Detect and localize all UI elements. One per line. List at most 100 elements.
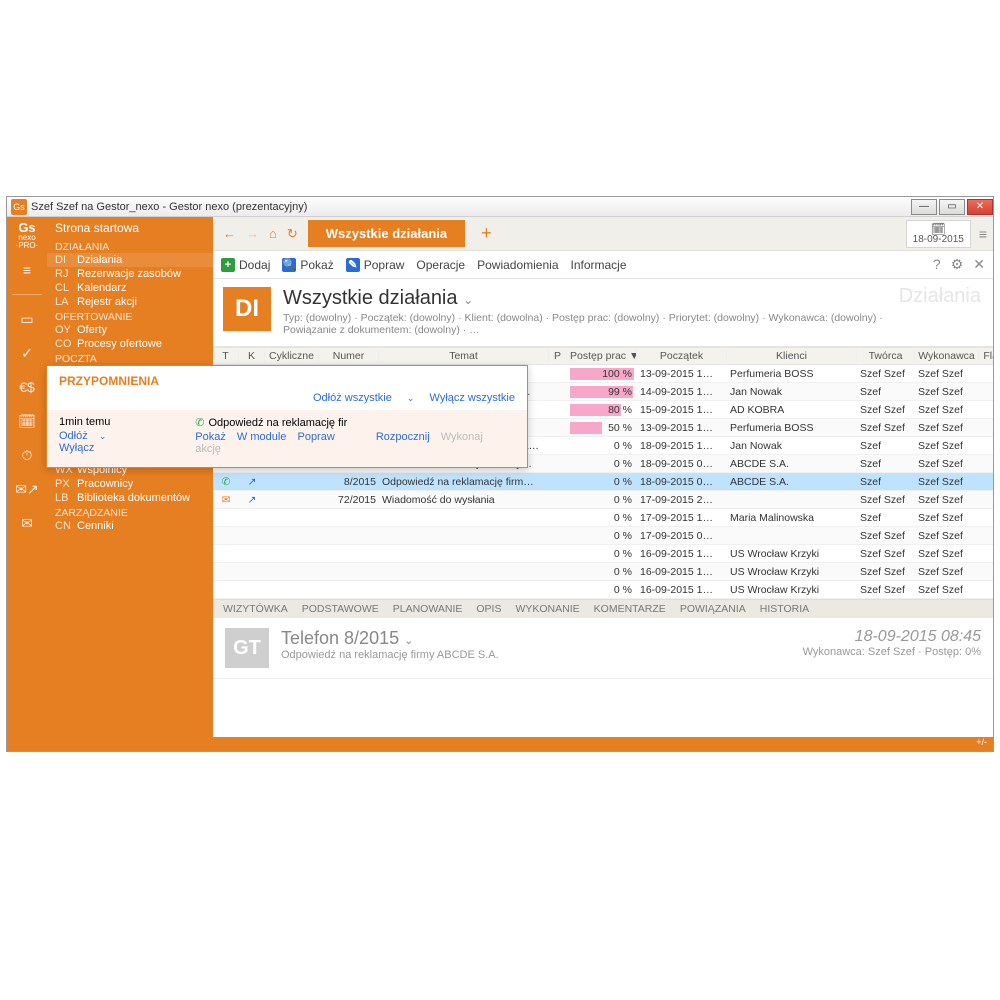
sidebar-start[interactable]: Strona startowa xyxy=(47,219,213,239)
date-badge[interactable]: 🗓 18-09-2015 xyxy=(906,220,971,248)
detail-tab[interactable]: PLANOWANIE xyxy=(393,603,463,615)
context-menu-icon[interactable]: ≡ xyxy=(979,226,987,242)
detail-tab[interactable]: PODSTAWOWE xyxy=(302,603,379,615)
sidebar-item[interactable]: DIDziałania xyxy=(47,253,213,267)
sidebar-section: OFERTOWANIE xyxy=(47,309,213,323)
phone-icon: ✆ xyxy=(195,417,204,429)
detail-tab[interactable]: WIZYTÓWKA xyxy=(223,603,288,615)
detail-tab[interactable]: KOMENTARZE xyxy=(594,603,666,615)
rail-mail-icon[interactable]: ✉ xyxy=(12,509,42,537)
nav-arrows: ← → ⌂ ↻ xyxy=(219,224,302,244)
rail-calendar-icon[interactable]: 🗓 xyxy=(12,407,42,435)
col-creator[interactable]: Twórca xyxy=(857,350,915,362)
rail-check-icon[interactable]: ✓ xyxy=(12,339,42,367)
postpone-all-link[interactable]: Odłóż wszystkie ⌄ xyxy=(301,392,414,404)
close-button[interactable]: ✕ xyxy=(967,199,993,215)
help-icon[interactable]: ? xyxy=(933,256,941,273)
col-flag[interactable]: Flaga xyxy=(979,350,993,362)
ops-button[interactable]: Operacje xyxy=(416,258,465,272)
info-button[interactable]: Informacje xyxy=(571,258,627,272)
rail-mailout-icon[interactable]: ✉↗ xyxy=(12,475,42,503)
col-client[interactable]: Klienci xyxy=(727,350,857,362)
detail-tab[interactable]: OPIS xyxy=(476,603,501,615)
tab-active[interactable]: Wszystkie działania xyxy=(308,220,465,247)
col-start[interactable]: Początek xyxy=(637,350,727,362)
notif-button[interactable]: Powiadomienia xyxy=(477,258,558,272)
popup-edit-link[interactable]: Popraw xyxy=(297,431,334,443)
disable-all-link[interactable]: Wyłącz wszystkie xyxy=(430,392,515,404)
rail-timer-icon[interactable]: ⏱ xyxy=(12,441,42,469)
calendar-icon: 🗓 xyxy=(931,223,946,235)
sidebar-item[interactable]: LARejestr akcji xyxy=(47,295,213,309)
col-exec[interactable]: Wykonawca xyxy=(915,350,979,362)
toolbar: +Dodaj 🔍Pokaż ✎Popraw Operacje Powiadomi… xyxy=(213,251,993,279)
table-row[interactable]: 0 %17-09-2015 1…Maria MalinowskaSzefSzef… xyxy=(213,509,993,527)
postpone-link[interactable]: Odłóż ⌄ xyxy=(59,430,114,442)
rail-menu-icon[interactable]: ≡ xyxy=(12,256,42,284)
detail-tab[interactable]: WYKONANIE xyxy=(515,603,579,615)
col-t[interactable]: T xyxy=(213,350,239,362)
show-button[interactable]: 🔍Pokaż xyxy=(282,258,333,272)
col-p[interactable]: P xyxy=(549,350,567,362)
sidebar-item[interactable]: CNCenniki xyxy=(47,519,213,533)
tab-add-icon[interactable]: + xyxy=(471,223,502,244)
table-row[interactable]: 0 %16-09-2015 1…US Wrocław KrzykiSzef Sz… xyxy=(213,581,993,599)
maximize-button[interactable]: ▭ xyxy=(939,199,965,215)
col-cyc[interactable]: Cykliczne xyxy=(265,350,319,362)
table-row[interactable]: 0 %16-09-2015 1…US Wrocław KrzykiSzef Sz… xyxy=(213,563,993,581)
module-badge: DI xyxy=(223,287,271,331)
sidebar-section: DZIAŁANIA xyxy=(47,239,213,253)
disable-link[interactable]: Wyłącz xyxy=(59,442,94,454)
table-row[interactable]: ✆↗8/2015Odpowiedź na reklamację firm…0 %… xyxy=(213,473,993,491)
col-prog[interactable]: Postęp prac ▼ xyxy=(567,350,637,362)
detail-tabs: WIZYTÓWKA PODSTAWOWE PLANOWANIE OPIS WYKONAN… xyxy=(213,599,993,618)
table-row[interactable]: ✉↗72/2015Wiadomość do wysłania0 %17-09-2… xyxy=(213,491,993,509)
watermark: Działania xyxy=(899,285,981,308)
col-num[interactable]: Numer xyxy=(319,350,379,362)
reminder-subject: ✆Odpowiedź na reklamację fir xyxy=(195,416,515,429)
detail-datetime: 18-09-2015 08:45 xyxy=(803,628,981,646)
sidebar-item[interactable]: PXPracownicy xyxy=(47,477,213,491)
edit-button[interactable]: ✎Popraw xyxy=(346,258,405,272)
detail-meta: Wykonawca: Szef Szef · Postęp: 0% xyxy=(803,646,981,658)
nav-fwd-icon[interactable]: → xyxy=(242,224,263,244)
page-header: DI Wszystkie działania ⌄ Typ: (dowolny) … xyxy=(213,279,993,347)
nav-back-icon[interactable]: ← xyxy=(219,224,240,244)
popup-show-link[interactable]: Pokaż xyxy=(195,431,226,443)
gear-icon[interactable]: ⚙ xyxy=(951,256,964,273)
minimize-button[interactable]: — xyxy=(911,199,937,215)
rail-currency-icon[interactable]: €$ xyxy=(12,373,42,401)
nav-home-icon[interactable]: ⌂ xyxy=(265,224,281,244)
filter-summary[interactable]: Typ: (dowolny) · Początek: (dowolny) · K… xyxy=(283,312,903,336)
detail-tab[interactable]: POWIĄZANIA xyxy=(680,603,746,615)
chevron-down-icon: ⌄ xyxy=(463,293,473,307)
popup-module-link[interactable]: W module xyxy=(237,431,287,443)
detail-body xyxy=(213,679,993,737)
sidebar-item[interactable]: COProcesy ofertowe xyxy=(47,337,213,351)
table-row[interactable]: 0 %17-09-2015 0…Szef SzefSzef Szef xyxy=(213,527,993,545)
sidebar-section: POCZTA xyxy=(47,351,213,365)
detail-header: GT Telefon 8/2015 ⌄ Odpowiedź na reklama… xyxy=(213,618,993,679)
sidebar-item[interactable]: RJRezerwacje zasobów xyxy=(47,267,213,281)
sidebar-item[interactable]: LBBiblioteka dokumentów xyxy=(47,491,213,505)
content-area: ← → ⌂ ↻ Wszystkie działania + 🗓 18-09-20… xyxy=(213,217,993,737)
popup-start-link[interactable]: Rozpocznij xyxy=(376,431,430,443)
table-row[interactable]: 0 %16-09-2015 1…US Wrocław KrzykiSzef Sz… xyxy=(213,545,993,563)
titlebar: Gs Szef Szef na Gestor_nexo - Gestor nex… xyxy=(7,197,993,217)
add-button[interactable]: +Dodaj xyxy=(221,258,270,272)
rail-card-icon[interactable]: ▭ xyxy=(12,305,42,333)
close-panel-icon[interactable]: ✕ xyxy=(973,256,985,273)
col-k[interactable]: K xyxy=(239,350,265,362)
sidebar: Strona startowa DZIAŁANIADIDziałaniaRJRe… xyxy=(47,217,213,737)
reminders-popup: PRZYPOMNIENIA Odłóż wszystkie ⌄ Wyłącz w… xyxy=(46,365,528,468)
nav-refresh-icon[interactable]: ↻ xyxy=(283,224,302,244)
sidebar-item[interactable]: CLKalendarz xyxy=(47,281,213,295)
product-logo: Gs nexo ·PRO· xyxy=(16,221,39,250)
detail-title[interactable]: Telefon 8/2015 ⌄ xyxy=(281,628,499,649)
detail-subtitle: Odpowiedź na reklamację firmy ABCDE S.A. xyxy=(281,649,499,661)
sidebar-item[interactable]: OYOferty xyxy=(47,323,213,337)
tabs-row: ← → ⌂ ↻ Wszystkie działania + 🗓 18-09-20… xyxy=(213,217,993,251)
page-title[interactable]: Wszystkie działania ⌄ xyxy=(283,287,903,310)
detail-tab[interactable]: HISTORIA xyxy=(760,603,809,615)
col-topic[interactable]: Temat xyxy=(379,350,549,362)
